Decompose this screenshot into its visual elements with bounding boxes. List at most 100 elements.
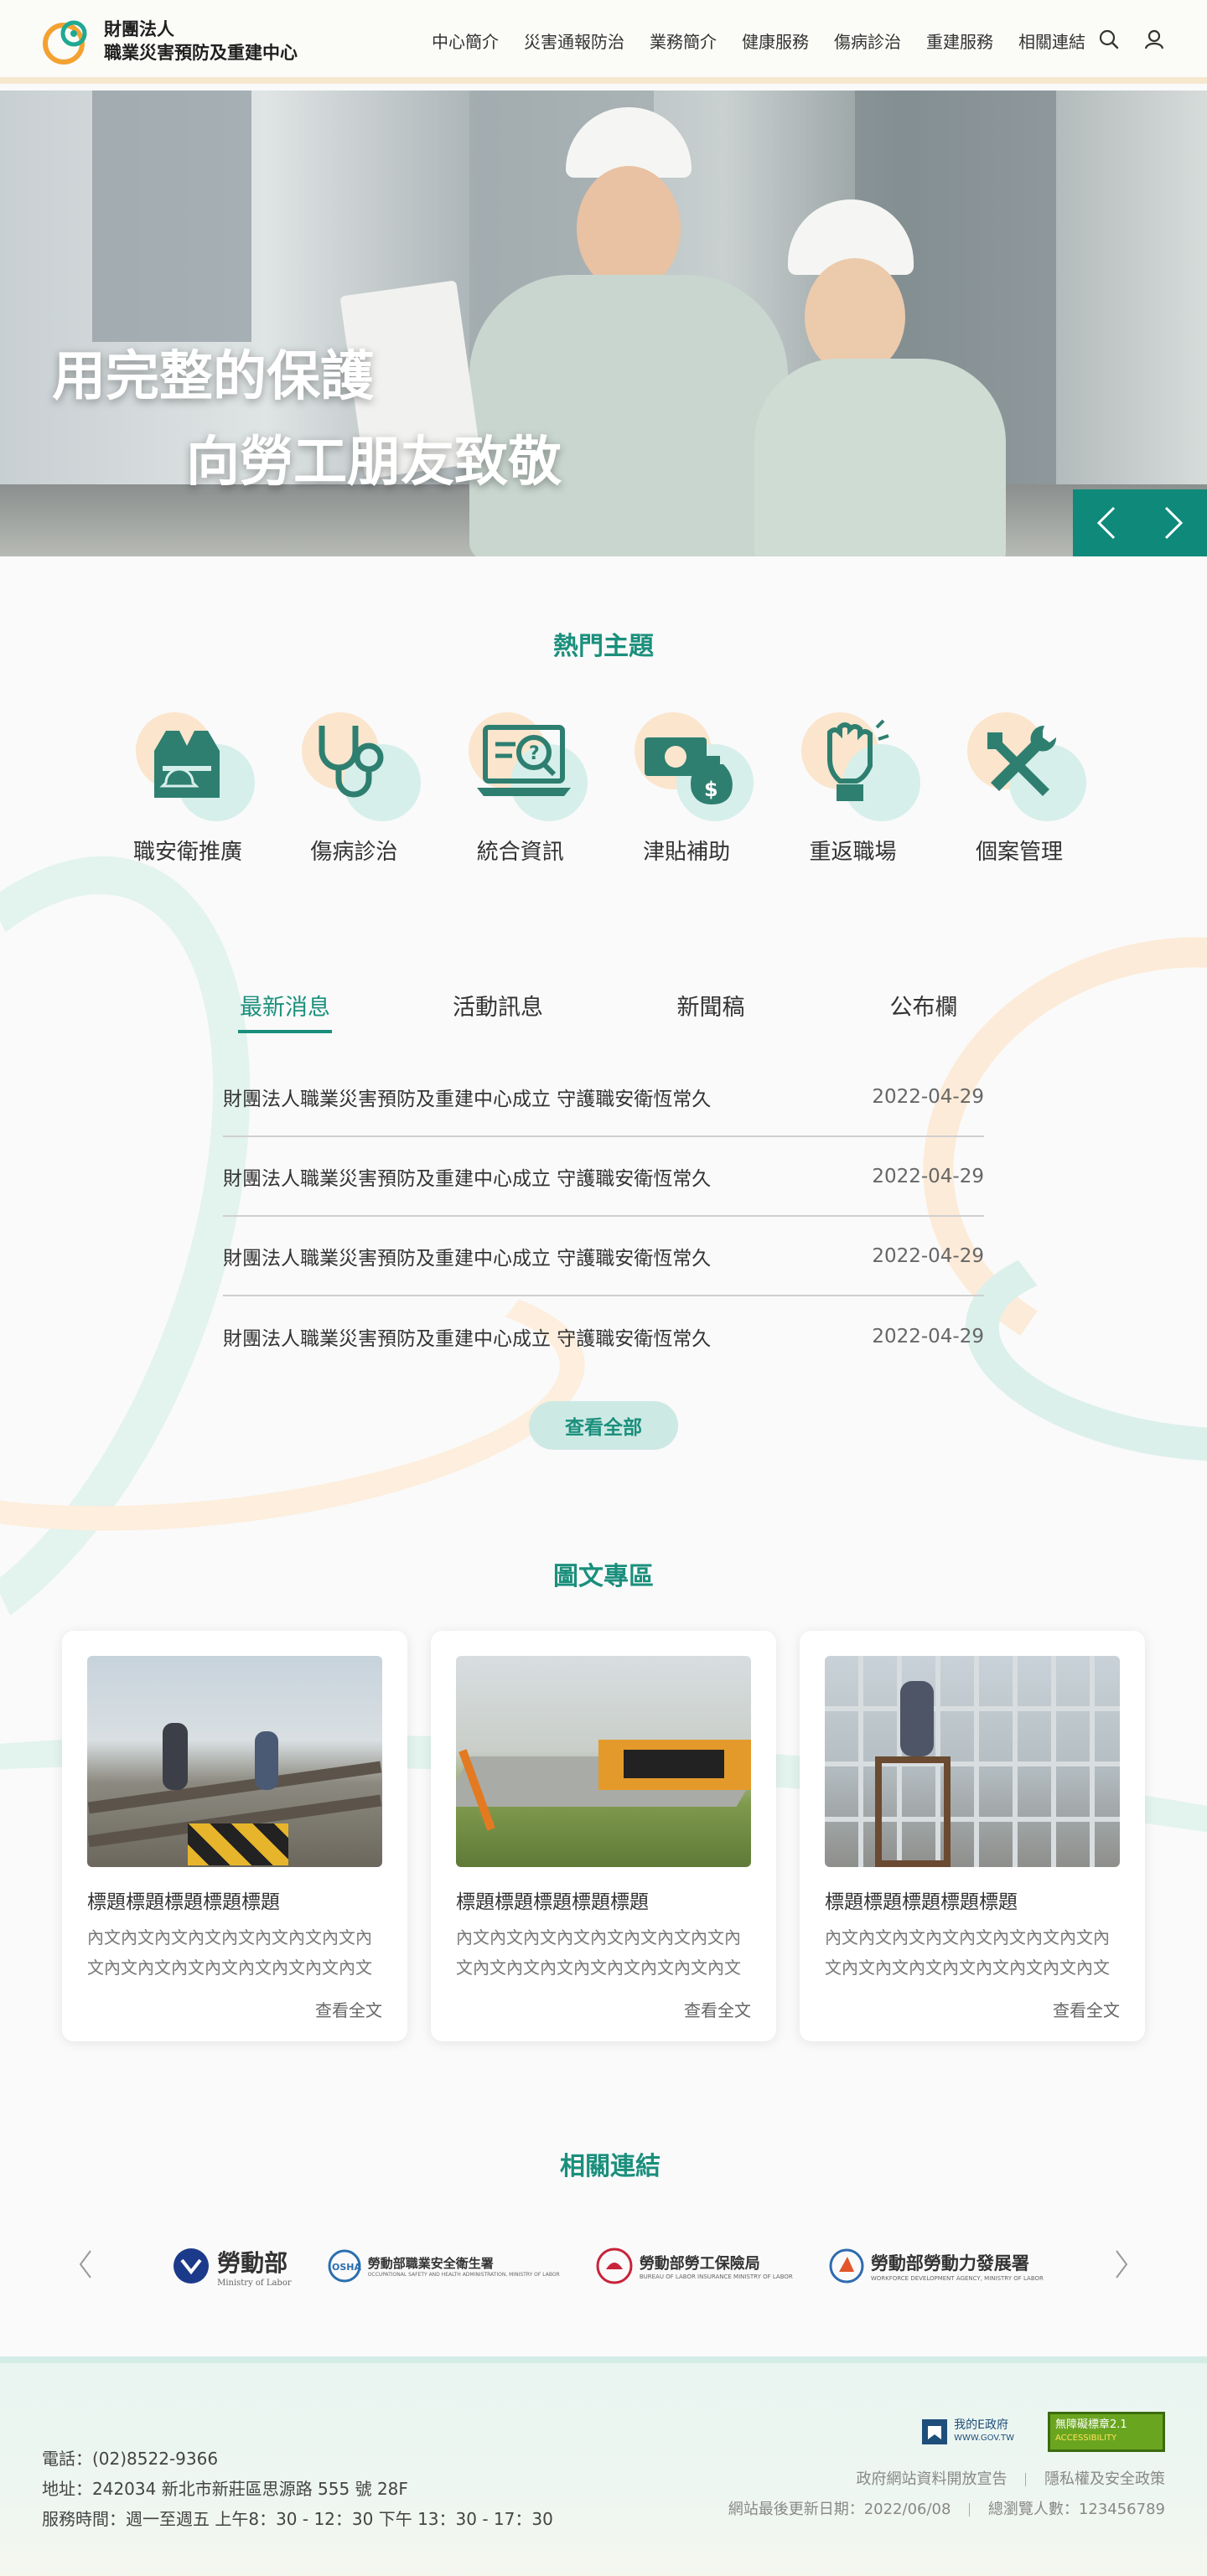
card-read-more-link[interactable]: 查看全文 [684, 1997, 751, 2021]
privacy-policy-link[interactable]: 隱私權及安全政策 [1044, 2470, 1165, 2488]
user-icon[interactable] [1143, 28, 1165, 50]
topic-item-safety[interactable]: 職安衛推廣 [112, 702, 263, 866]
related-links-carousel: 勞動部 Ministry of Labor OSHA 勞動部職業安全衛生署 OC… [77, 2236, 1130, 2296]
news-title[interactable]: 財團法人職業災害預防及重建中心成立 守護職安衛恆常久 [223, 1242, 711, 1270]
footer-divider [969, 2503, 971, 2517]
link-logo-wda[interactable]: 勞動部勞動力發展署 WORKFORCE DEVELOPMENT AGENCY, … [829, 2246, 1044, 2286]
wda-emblem-icon [829, 2248, 864, 2284]
card-image-scaffold-worker[interactable] [825, 1656, 1120, 1867]
chevron-left-icon [79, 2250, 91, 2279]
hero-next-button[interactable] [1140, 489, 1207, 556]
logo-org-line2: 職業災害預防及重建中心 [104, 43, 298, 63]
link-name: 勞動部勞工保險局 [639, 2255, 760, 2273]
hero-banner: 用完整的保護 向勞工朋友致敬 [0, 91, 1207, 556]
link-subtitle: WORKFORCE DEVELOPMENT AGENCY, MINISTRY O… [870, 2275, 1044, 2282]
nav-item-business[interactable]: 業務簡介 [637, 28, 729, 53]
tab-bulletin[interactable]: 公布欄 [817, 989, 1030, 1033]
footer-hours: 服務時間：週一至週五 上午8：30 - 12：30 下午 13：30 - 17：… [42, 2509, 553, 2529]
news-title[interactable]: 財團法人職業災害預防及重建中心成立 守護職安衛恆常久 [223, 1322, 711, 1351]
search-icon[interactable] [1098, 28, 1120, 50]
topic-label: 重返職場 [809, 840, 897, 865]
topic-label: 職安衛推廣 [132, 840, 242, 865]
topic-label: 津貼補助 [643, 840, 731, 865]
tab-latest-news[interactable]: 最新消息 [179, 989, 391, 1033]
news-row[interactable]: 財團法人職業災害預防及重建中心成立 守護職安衛恆常久 2022-04-29 [223, 1058, 984, 1137]
footer-address: 地址：242034 新北市新莊區思源路 555 號 28F [42, 2479, 408, 2499]
card-title: 標題標題標題標題標題 [87, 1891, 280, 1913]
chevron-left-icon [1096, 506, 1116, 540]
chevron-right-icon [1164, 506, 1184, 540]
nav-item-health[interactable]: 健康服務 [729, 28, 821, 53]
safety-vest-icon [154, 731, 220, 798]
nav-item-diagnosis[interactable]: 傷病診治 [821, 28, 914, 53]
stethoscope-icon [319, 726, 384, 798]
nav-item-rehab[interactable]: 重建服務 [914, 28, 1006, 53]
card-image-railway-workers[interactable] [87, 1656, 382, 1867]
a11y-badge-name: 無障礙標章2.1 [1055, 2418, 1127, 2431]
links-title: 相關連結 [560, 2152, 660, 2181]
link-subtitle: BUREAU OF LABOR INSURANCE MINISTRY OF LA… [639, 2273, 793, 2280]
hero-prev-button[interactable] [1073, 489, 1140, 556]
gallery-card[interactable]: 標題標題標題標題標題 內文內文內文內文內文內文內文內文內文內文內文內文內文內文內… [800, 1631, 1145, 2041]
site-header: 財團法人 職業災害預防及重建中心 中心簡介 災害通報防治 業務簡介 健康服務 傷… [0, 0, 1207, 84]
egov-name: 我的E政府 [954, 2418, 1008, 2432]
link-name: 勞動部職業安全衛生署 [367, 2256, 494, 2271]
nav-item-about[interactable]: 中心簡介 [419, 28, 511, 53]
main-nav: 中心簡介 災害通報防治 業務簡介 健康服務 傷病診治 重建服務 相關連結 [419, 28, 1098, 53]
accessibility-badge[interactable]: 無障礙標章2.1 ACCESSIBILITY [1048, 2412, 1165, 2452]
topic-item-case-management[interactable]: 個案管理 [944, 702, 1095, 866]
svg-text:OSHA: OSHA [332, 2262, 361, 2273]
link-logo-ministry-of-labor[interactable]: 勞動部 Ministry of Labor [172, 2246, 292, 2288]
card-read-more-link[interactable]: 查看全文 [315, 1997, 382, 2021]
news-row[interactable]: 財團法人職業災害預防及重建中心成立 守護職安衛恆常久 2022-04-29 [223, 1137, 984, 1217]
topic-item-info[interactable]: ? 統合資訊 [445, 702, 596, 866]
mol-emblem-icon [174, 2248, 210, 2284]
nav-item-disaster-report[interactable]: 災害通報防治 [511, 28, 637, 53]
hero-building [92, 91, 251, 342]
link-subtitle: Ministry of Labor [217, 2278, 292, 2288]
nav-item-links[interactable]: 相關連結 [1006, 28, 1098, 53]
topic-item-subsidy[interactable]: $ 津貼補助 [611, 702, 762, 866]
site-footer: 電話：(02)8522-9366 地址：242034 新北市新莊區思源路 555… [0, 2356, 1207, 2576]
tab-events[interactable]: 活動訊息 [391, 989, 604, 1033]
bli-emblem-icon [596, 2248, 633, 2284]
visitor-count: 總瀏覽人數：123456789 [987, 2501, 1165, 2518]
topic-item-diagnosis[interactable]: 傷病診治 [278, 702, 429, 866]
news-list: 財團法人職業災害預防及重建中心成立 守護職安衛恆常久 2022-04-29 財團… [223, 1058, 984, 1376]
tab-label: 活動訊息 [453, 995, 543, 1021]
news-date: 2022-04-29 [872, 1085, 984, 1108]
egov-badge[interactable]: 我的E政府 WWW.GOV.TW [920, 2418, 1014, 2446]
news-title[interactable]: 財團法人職業災害預防及重建中心成立 守護職安衛恆常久 [223, 1083, 711, 1111]
footer-phone: 電話：(02)8522-9366 [42, 2449, 219, 2469]
news-row[interactable]: 財團法人職業災害預防及重建中心成立 守護職安衛恆常久 2022-04-29 [223, 1296, 984, 1376]
card-read-more-link[interactable]: 查看全文 [1053, 1997, 1120, 2021]
footer-divider [1025, 2473, 1027, 2486]
link-logo-bli[interactable]: 勞動部勞工保險局 BUREAU OF LABOR INSURANCE MINIS… [596, 2246, 793, 2286]
view-all-news-button[interactable]: 查看全部 [529, 1401, 678, 1450]
news-title[interactable]: 財團法人職業災害預防及重建中心成立 守護職安衛恆常久 [223, 1162, 711, 1191]
tab-press[interactable]: 新聞稿 [604, 989, 817, 1033]
card-image-safety-barrier[interactable] [456, 1656, 751, 1867]
gallery-card[interactable]: 標題標題標題標題標題 內文內文內文內文內文內文內文內文內文內文內文內文內文內文內… [431, 1631, 776, 2041]
svg-text:?: ? [529, 743, 540, 764]
links-next-button[interactable] [1113, 2249, 1130, 2283]
news-row[interactable]: 財團法人職業災害預防及重建中心成立 守護職安衛恆常久 2022-04-29 [223, 1217, 984, 1296]
gallery-title: 圖文專區 [553, 1562, 654, 1591]
footer-right: 我的E政府 WWW.GOV.TW 無障礙標章2.1 ACCESSIBILITY … [728, 2412, 1165, 2521]
open-data-link[interactable]: 政府網站資料開放宣告 [857, 2470, 1008, 2488]
tools-icon [987, 725, 1056, 796]
link-logo-osha[interactable]: OSHA 勞動部職業安全衛生署 OCCUPATIONAL SAFETY AND … [328, 2246, 560, 2286]
news-date: 2022-04-29 [872, 1325, 984, 1347]
svg-text:$: $ [704, 778, 718, 801]
gallery-card[interactable]: 標題標題標題標題標題 內文內文內文內文內文內文內文內文內文內文內文內文內文內文內… [62, 1631, 407, 2041]
site-logo[interactable]: 財團法人 職業災害預防及重建中心 [40, 15, 298, 67]
card-title: 標題標題標題標題標題 [456, 1891, 649, 1913]
links-prev-button[interactable] [77, 2249, 94, 2283]
hero-worker-woman [738, 199, 1023, 556]
topic-label: 個案管理 [975, 840, 1063, 865]
link-subtitle: OCCUPATIONAL SAFETY AND HEALTH ADMINISTR… [367, 2272, 560, 2278]
osha-emblem-icon: OSHA [328, 2249, 361, 2283]
topic-item-return-to-work[interactable]: 重返職場 [778, 702, 929, 866]
tab-label: 最新消息 [240, 995, 330, 1021]
contact-info: 電話：(02)8522-9366 地址：242034 新北市新莊區思源路 555… [42, 2444, 553, 2534]
